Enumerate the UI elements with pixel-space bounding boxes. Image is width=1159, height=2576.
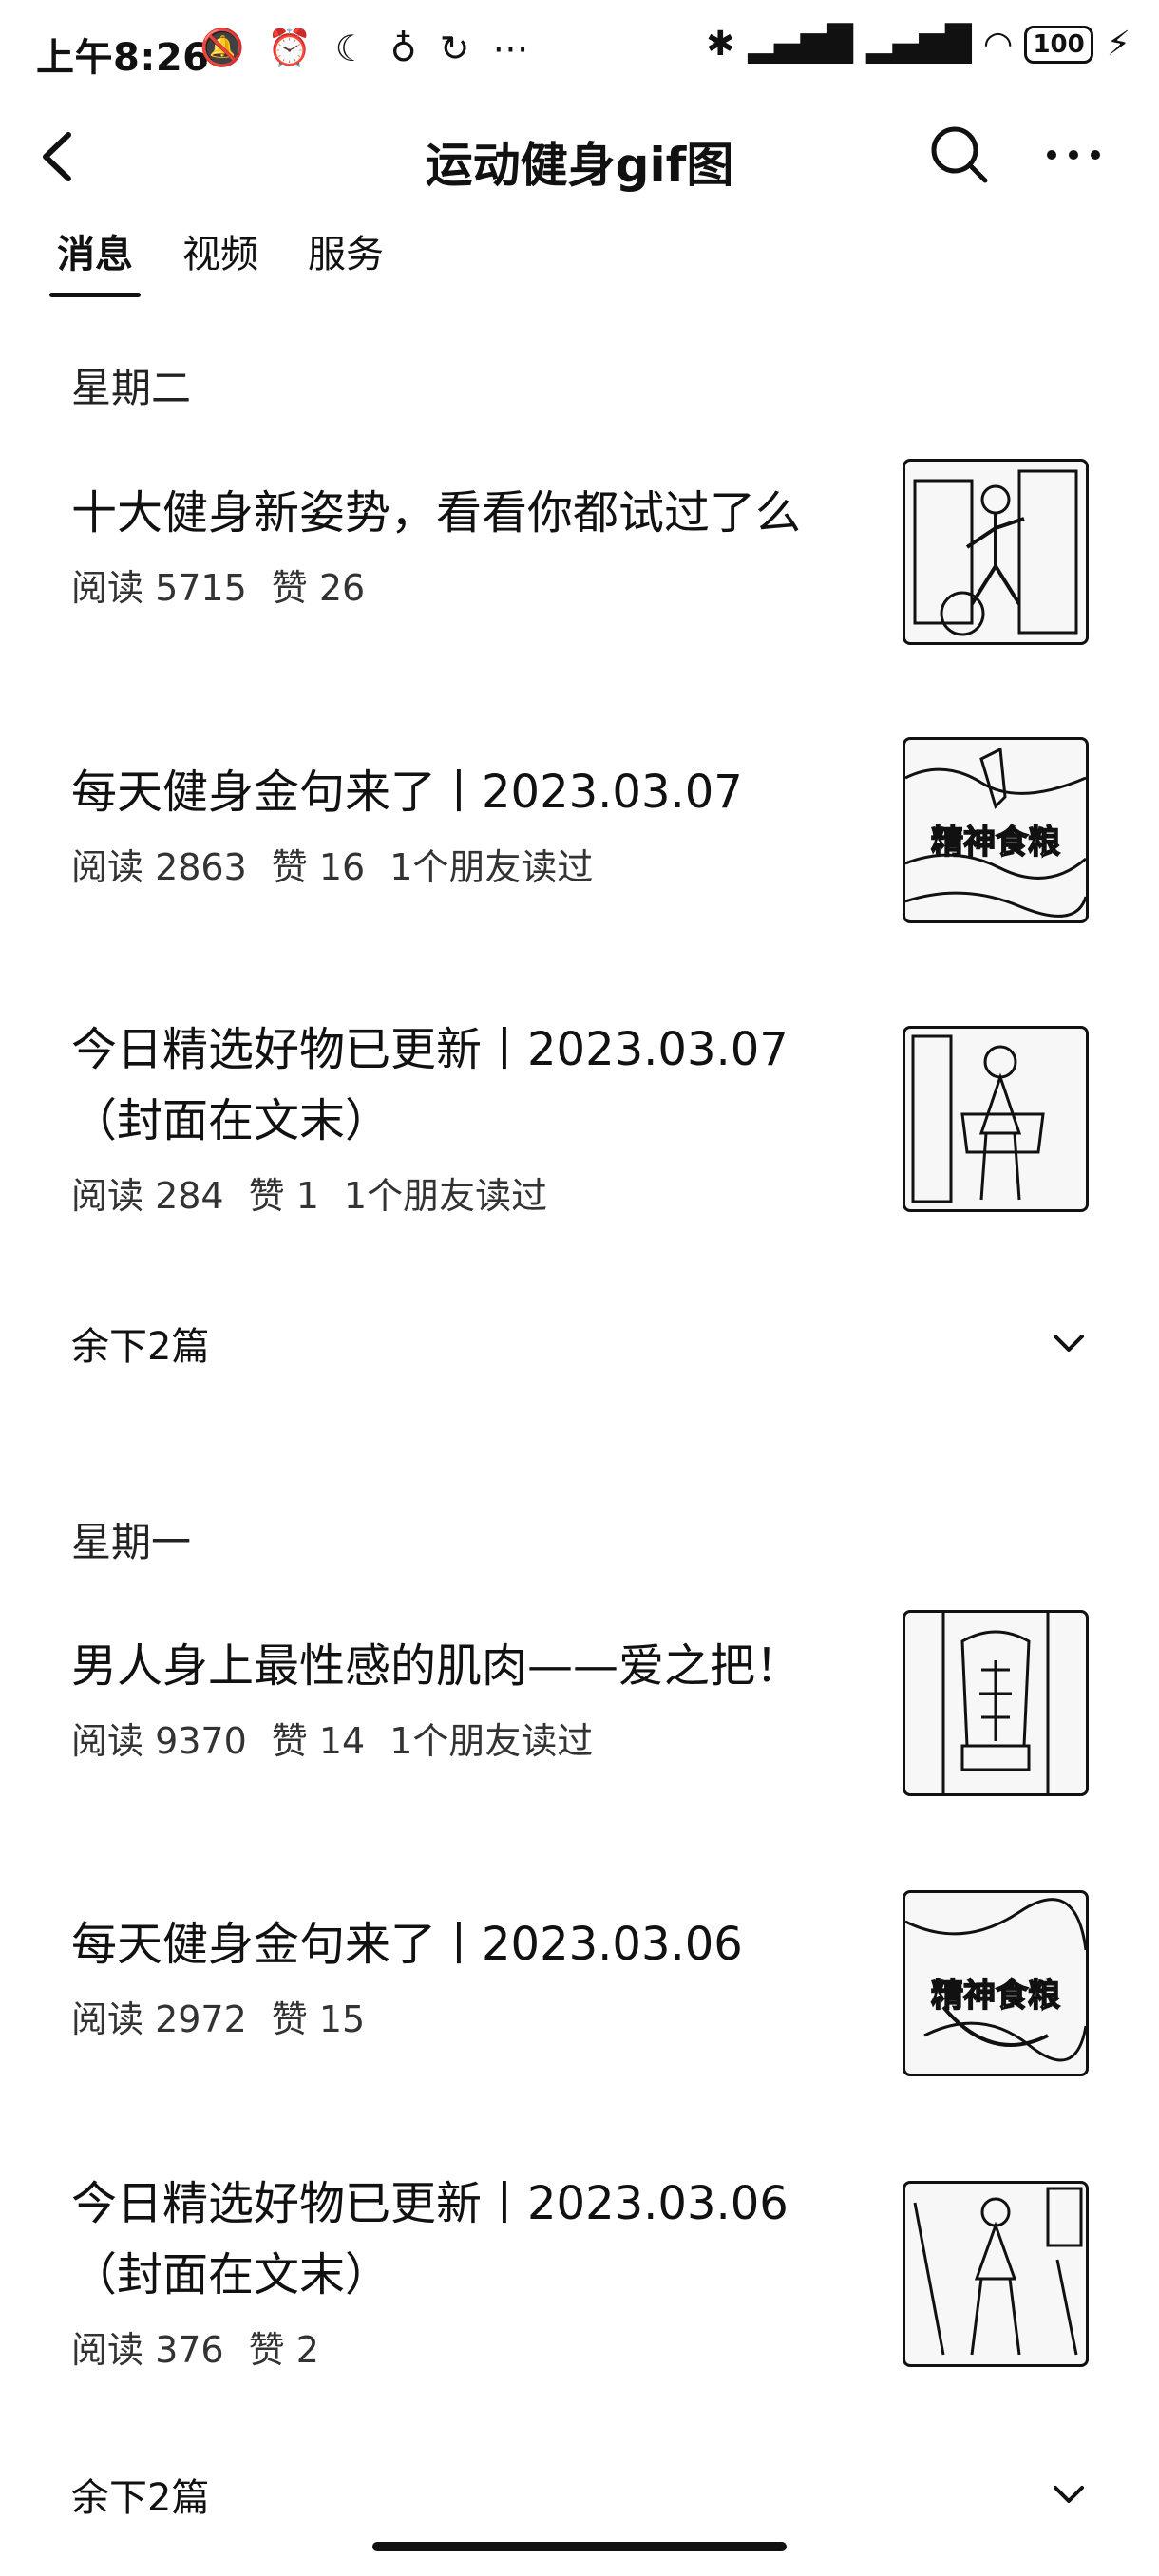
mute-bell-icon: 🔕	[200, 27, 245, 68]
home-indicator[interactable]	[372, 2542, 787, 2551]
article-thumbnail[interactable]: 精神食粮	[902, 1890, 1089, 2076]
search-icon	[931, 126, 988, 183]
article-title: 每天健身金句来了丨2023.03.07	[71, 766, 743, 819]
charging-icon: ⚡	[1106, 25, 1130, 64]
tab-services[interactable]: 服务	[308, 214, 384, 290]
like-count: 赞 26	[271, 567, 366, 609]
article-thumbnail[interactable]	[902, 1610, 1089, 1796]
wifi-icon: ◠	[984, 25, 1012, 64]
chevron-down-icon	[1054, 1335, 1084, 1352]
app-header: 运动健身gif图	[0, 104, 1159, 209]
gym-photo-thumbnail	[913, 469, 1078, 636]
like-count: 赞 14	[271, 1720, 366, 1762]
battery-icon: 100	[1024, 25, 1093, 64]
status-bar: 上午8:26 🔕 ⏰ ☾ ♁ ↻ ⋯ ✱ ▂▄▆█ ▂▄▆█ ◠ 100 ⚡	[0, 0, 1159, 104]
search-button[interactable]	[926, 122, 993, 188]
read-count: 阅读 284	[71, 1175, 224, 1217]
friends-read: 1个朋友读过	[390, 1720, 594, 1762]
article-title: 今日精选好物已更新丨2023.03.06（封面在文末）	[71, 2177, 788, 2301]
tab-bar: 消息 视频 服务	[49, 214, 384, 297]
expand-more-articles[interactable]: 余下2篇	[71, 2467, 1088, 2522]
article-title: 十大健身新姿势，看看你都试过了么	[71, 486, 802, 540]
read-count: 阅读 376	[71, 2329, 224, 2371]
more-dots-icon	[1047, 150, 1100, 160]
day-heading: 星期二	[71, 365, 192, 411]
expand-more-articles[interactable]: 余下2篇	[71, 1316, 1088, 1371]
moon-icon: ☾	[334, 27, 368, 69]
alarm-icon: ⏰	[267, 27, 313, 68]
article-thumbnail[interactable]	[902, 459, 1089, 645]
more-notifications-icon: ⋯	[492, 27, 529, 69]
chevron-down-icon	[1054, 2486, 1084, 2503]
signal-icon-2: ▂▄▆█	[866, 25, 972, 64]
status-time: 上午8:26	[36, 36, 210, 80]
friends-read: 1个朋友读过	[343, 1175, 548, 1217]
signal-icon: ▂▄▆█	[748, 25, 853, 64]
sync-icon: ↻	[439, 27, 470, 69]
article-thumbnail[interactable]	[902, 1026, 1089, 1212]
read-count: 阅读 9370	[71, 1720, 247, 1762]
thumbnail-caption: 精神食粮	[930, 1976, 1061, 2016]
bluetooth-icon: ✱	[706, 25, 735, 64]
article-title: 每天健身金句来了丨2023.03.06	[71, 1918, 743, 1971]
article-title: 男人身上最性感的肌肉——爱之把！	[71, 1639, 802, 1693]
tab-messages[interactable]: 消息	[49, 214, 141, 297]
article-thumbnail[interactable]: 精神食粮	[902, 737, 1089, 923]
day-heading: 星期一	[71, 1519, 192, 1565]
model-photo-thumbnail	[911, 1034, 1045, 1203]
abs-photo-thumbnail	[941, 1613, 1050, 1793]
read-count: 阅读 5715	[71, 567, 247, 609]
more-articles-label: 余下2篇	[71, 1325, 210, 1369]
article-title: 今日精选好物已更新丨2023.03.07（封面在文末）	[71, 1023, 788, 1147]
like-count: 赞 1	[248, 1175, 319, 1217]
friends-read: 1个朋友读过	[390, 846, 594, 888]
like-count: 赞 16	[271, 846, 366, 888]
more-options-button[interactable]	[1040, 122, 1107, 188]
thumbnail-caption: 精神食粮	[930, 823, 1061, 862]
read-count: 阅读 2972	[71, 1998, 247, 2040]
read-count: 阅读 2863	[71, 846, 247, 888]
product-photo-thumbnail	[913, 2187, 1083, 2356]
notification-icon: ♁	[390, 27, 417, 69]
like-count: 赞 2	[248, 2329, 319, 2371]
like-count: 赞 15	[271, 1998, 366, 2040]
tab-videos[interactable]: 视频	[182, 214, 258, 290]
more-articles-label: 余下2篇	[71, 2476, 210, 2520]
article-thumbnail[interactable]	[902, 2181, 1089, 2367]
